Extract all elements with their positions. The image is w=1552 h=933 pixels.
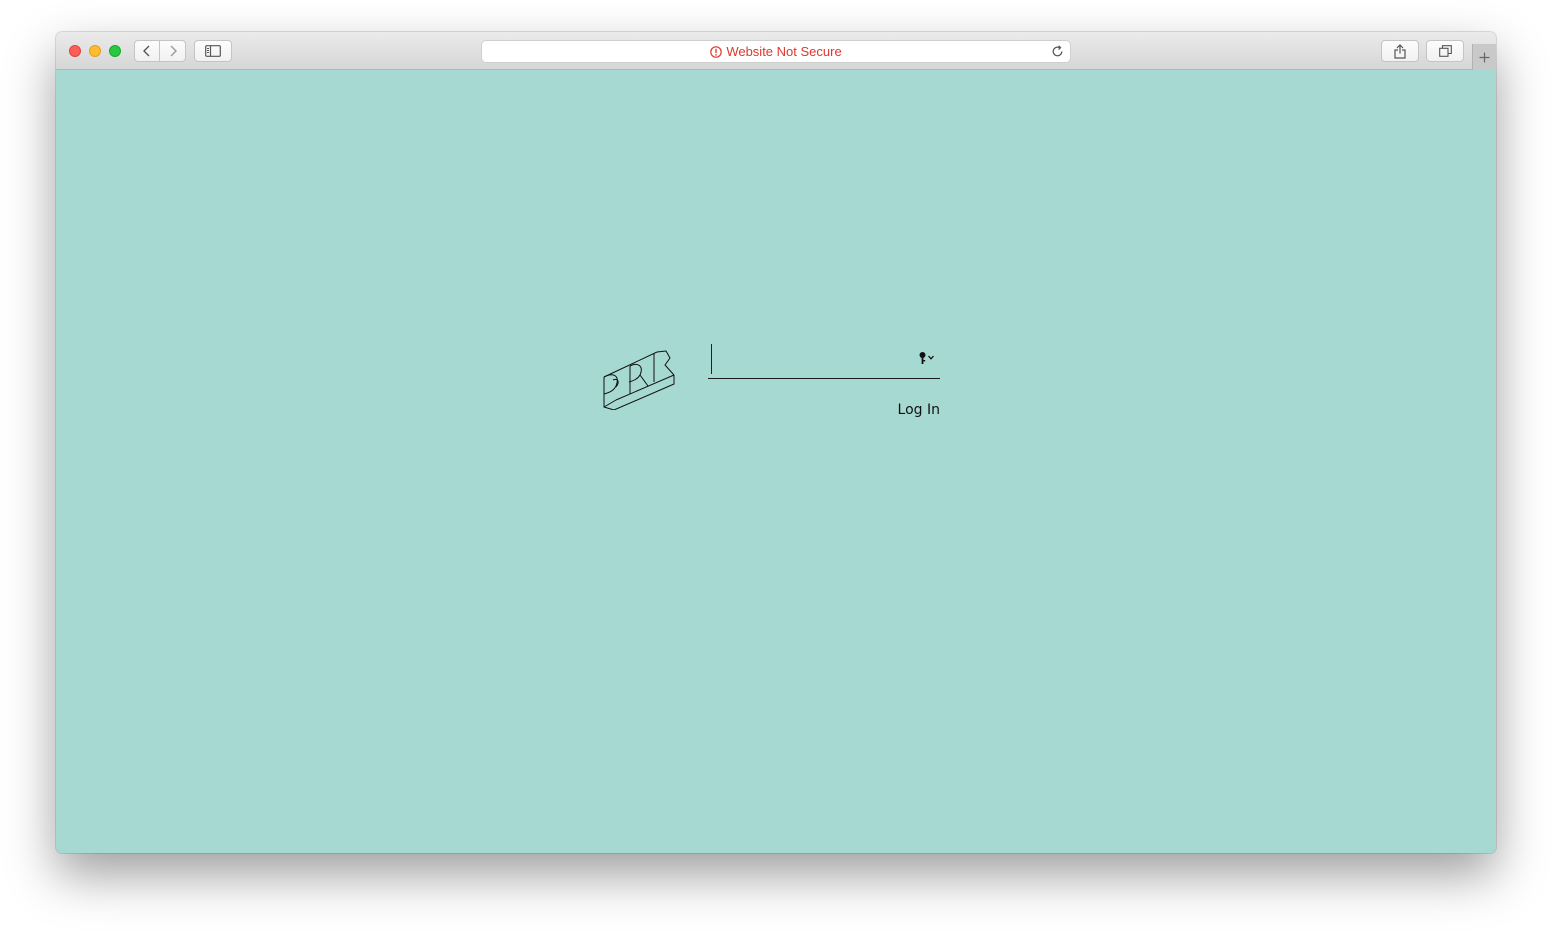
share-icon xyxy=(1394,43,1406,59)
logo-icon xyxy=(603,350,675,410)
key-icon[interactable] xyxy=(918,351,936,365)
minimize-window-button[interactable] xyxy=(89,45,101,57)
new-tab-button[interactable] xyxy=(1472,44,1496,70)
log-in-button[interactable]: Log In xyxy=(898,402,940,418)
close-window-button[interactable] xyxy=(69,45,81,57)
plus-icon xyxy=(1479,52,1490,62)
back-button[interactable] xyxy=(134,40,160,62)
reload-icon[interactable] xyxy=(1051,45,1064,58)
warning-icon xyxy=(710,45,723,58)
text-caret xyxy=(711,344,712,374)
security-warning-text: Website Not Secure xyxy=(726,44,842,59)
address-security-status: Website Not Secure xyxy=(482,41,1070,62)
zoom-window-button[interactable] xyxy=(109,45,121,57)
sidebar-toggle-button[interactable] xyxy=(194,40,232,62)
tabs-overview-icon xyxy=(1438,45,1452,57)
browser-window: Website Not Secure Log In xyxy=(56,32,1496,853)
page-content: Log In xyxy=(56,70,1496,853)
forward-button[interactable] xyxy=(160,40,186,62)
tab-overview-button[interactable] xyxy=(1426,40,1464,62)
password-field[interactable] xyxy=(708,340,940,379)
address-bar[interactable]: Website Not Secure xyxy=(481,40,1071,63)
chevron-right-icon xyxy=(170,45,177,57)
browser-toolbar: Website Not Secure xyxy=(56,32,1496,70)
sidebar-icon xyxy=(205,45,221,57)
chevron-left-icon xyxy=(143,45,150,57)
login-form: Log In xyxy=(708,340,940,460)
share-button[interactable] xyxy=(1381,40,1419,62)
